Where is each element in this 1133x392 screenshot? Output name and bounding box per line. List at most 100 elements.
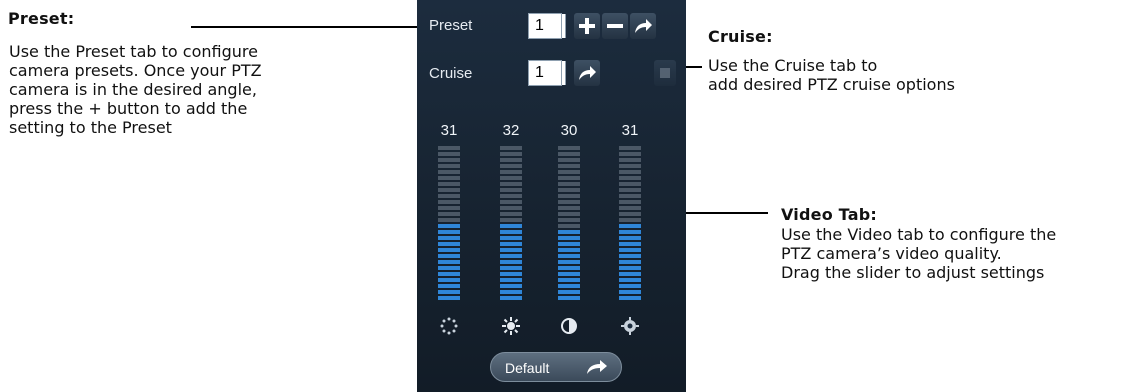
hue-icon <box>621 317 639 335</box>
meter-segment <box>619 170 641 174</box>
cruise-stop-button[interactable] <box>654 60 676 86</box>
meter-segment <box>438 242 460 246</box>
meter-segment <box>558 278 580 282</box>
meter-segment <box>500 182 522 186</box>
cruise-annotation-body: Use the Cruise tab to add desired PTZ cr… <box>708 56 955 94</box>
meter-segment <box>500 170 522 174</box>
preset-remove-button[interactable] <box>602 13 628 39</box>
meter-segment <box>619 164 641 168</box>
stop-icon <box>658 66 672 80</box>
contrast-slider[interactable] <box>558 146 580 306</box>
preset-add-button[interactable] <box>574 13 600 39</box>
video-annotation-title: Video Tab: <box>781 205 877 224</box>
brightness-icon <box>440 317 458 335</box>
minus-icon <box>606 17 624 35</box>
cruise-go-button[interactable] <box>574 60 600 86</box>
meter-segment <box>500 218 522 222</box>
meter-segment <box>438 188 460 192</box>
meter-segment <box>619 266 641 270</box>
meter-segment <box>438 296 460 300</box>
default-button[interactable]: Default <box>490 352 622 382</box>
meter-segment <box>558 218 580 222</box>
meter-segment <box>619 296 641 300</box>
meter-segment <box>558 188 580 192</box>
meter-segment <box>438 146 460 150</box>
meter-segment <box>438 176 460 180</box>
default-arrow-icon <box>585 358 609 380</box>
meter-segment <box>558 170 580 174</box>
meter-segment <box>619 260 641 264</box>
meter-segment <box>500 152 522 156</box>
meter-segment <box>500 236 522 240</box>
meter-segment <box>619 278 641 282</box>
meter-segment <box>500 146 522 150</box>
meter-segment <box>619 206 641 210</box>
meter-segment <box>438 248 460 252</box>
meter-segment <box>558 290 580 294</box>
meter-segment <box>500 224 522 228</box>
meter-segment <box>619 242 641 246</box>
meter-segment <box>558 152 580 156</box>
meter-segment <box>438 290 460 294</box>
cruise-label: Cruise <box>429 65 473 82</box>
cruise-go-arrow-icon <box>577 64 597 82</box>
contrast-icon <box>560 317 578 335</box>
meter-segment <box>558 254 580 258</box>
plus-icon <box>578 17 596 35</box>
preset-number-input[interactable]: 1 <box>528 13 566 39</box>
meter-segment <box>500 260 522 264</box>
meter-segment <box>558 212 580 216</box>
meter-segment <box>558 200 580 204</box>
meter-segment <box>500 230 522 234</box>
meter-segment <box>619 224 641 228</box>
meter-segment <box>558 206 580 210</box>
contrast-value: 30 <box>560 122 578 139</box>
meter-segment <box>500 254 522 258</box>
meter-segment <box>500 290 522 294</box>
meter-segment <box>558 284 580 288</box>
meter-segment <box>500 248 522 252</box>
meter-segment <box>438 230 460 234</box>
meter-segment <box>500 242 522 246</box>
meter-segment <box>500 158 522 162</box>
brightness-value: 31 <box>440 122 458 139</box>
meter-segment <box>438 194 460 198</box>
meter-segment <box>619 158 641 162</box>
meter-segment <box>619 230 641 234</box>
meter-segment <box>558 164 580 168</box>
meter-segment <box>619 176 641 180</box>
brightness-slider[interactable] <box>438 146 460 306</box>
hue-slider[interactable] <box>619 146 641 306</box>
meter-segment <box>500 200 522 204</box>
meter-segment <box>619 290 641 294</box>
meter-segment <box>438 158 460 162</box>
meter-segment <box>558 272 580 276</box>
saturation-value: 32 <box>502 122 520 139</box>
meter-segment <box>619 236 641 240</box>
meter-segment <box>438 278 460 282</box>
meter-segment <box>558 296 580 300</box>
meter-segment <box>558 146 580 150</box>
meter-segment <box>438 218 460 222</box>
meter-segment <box>500 188 522 192</box>
meter-segment <box>558 242 580 246</box>
meter-segment <box>438 182 460 186</box>
ptz-control-panel: Preset 1 Cruise 1 31 32 30 31 <box>417 0 686 392</box>
preset-go-button[interactable] <box>630 13 656 39</box>
saturation-icon <box>502 317 520 335</box>
meter-segment <box>500 296 522 300</box>
cruise-number-input[interactable]: 1 <box>528 60 566 86</box>
meter-segment <box>500 194 522 198</box>
meter-segment <box>619 182 641 186</box>
saturation-slider[interactable] <box>500 146 522 306</box>
meter-segment <box>500 266 522 270</box>
meter-segment <box>619 248 641 252</box>
meter-segment <box>619 218 641 222</box>
meter-segment <box>619 254 641 258</box>
meter-segment <box>500 206 522 210</box>
preset-callout-line <box>191 26 421 28</box>
meter-segment <box>438 254 460 258</box>
meter-segment <box>438 152 460 156</box>
meter-segment <box>438 170 460 174</box>
meter-segment <box>558 194 580 198</box>
